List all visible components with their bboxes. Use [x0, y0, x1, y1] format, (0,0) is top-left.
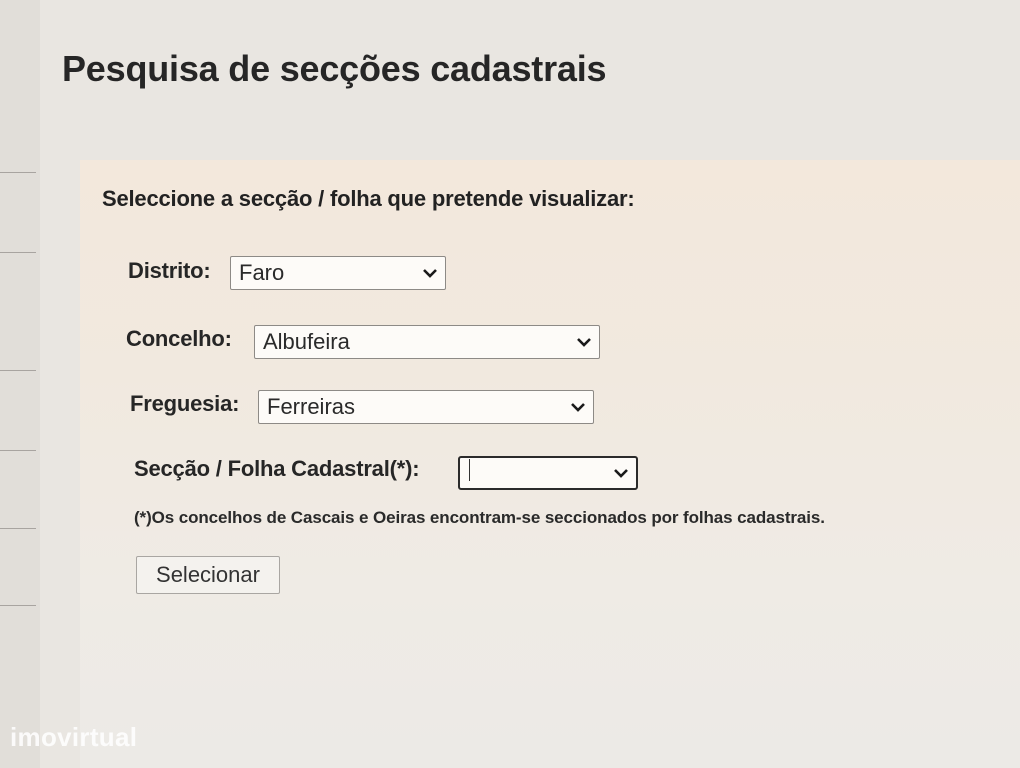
distrito-selected-value: Faro [239, 260, 285, 285]
page-title: Pesquisa de secções cadastrais [62, 48, 607, 89]
chevron-down-icon [563, 391, 593, 423]
concelho-selected-value: Albufeira [263, 329, 350, 354]
gutter-divider [0, 252, 36, 253]
seccao-selected-value [468, 459, 606, 487]
search-form-panel: Seleccione a secção / folha que pretende… [80, 160, 1020, 768]
form-heading: Seleccione a secção / folha que pretende… [102, 186, 635, 211]
selecionar-button[interactable]: Selecionar [136, 556, 280, 594]
chevron-down-icon [415, 257, 445, 289]
gutter-divider [0, 528, 36, 529]
left-gutter [0, 0, 40, 768]
gutter-divider [0, 172, 36, 173]
text-caret [469, 459, 470, 481]
seccao-select[interactable] [458, 456, 638, 490]
concelho-select[interactable]: Albufeira [254, 325, 600, 359]
seccao-label: Secção / Folha Cadastral(*): [134, 456, 420, 481]
chevron-down-icon [606, 458, 636, 488]
freguesia-label: Freguesia: [130, 391, 240, 416]
concelho-label: Concelho: [126, 326, 232, 351]
distrito-select[interactable]: Faro [230, 256, 446, 290]
freguesia-select[interactable]: Ferreiras [258, 390, 594, 424]
gutter-divider [0, 450, 36, 451]
footnote: (*)Os concelhos de Cascais e Oeiras enco… [134, 508, 825, 527]
freguesia-selected-value: Ferreiras [267, 394, 356, 419]
gutter-divider [0, 370, 36, 371]
watermark-logo: imovirtual [10, 722, 138, 752]
chevron-down-icon [569, 326, 599, 358]
gutter-divider [0, 605, 36, 606]
distrito-label: Distrito: [128, 258, 211, 283]
